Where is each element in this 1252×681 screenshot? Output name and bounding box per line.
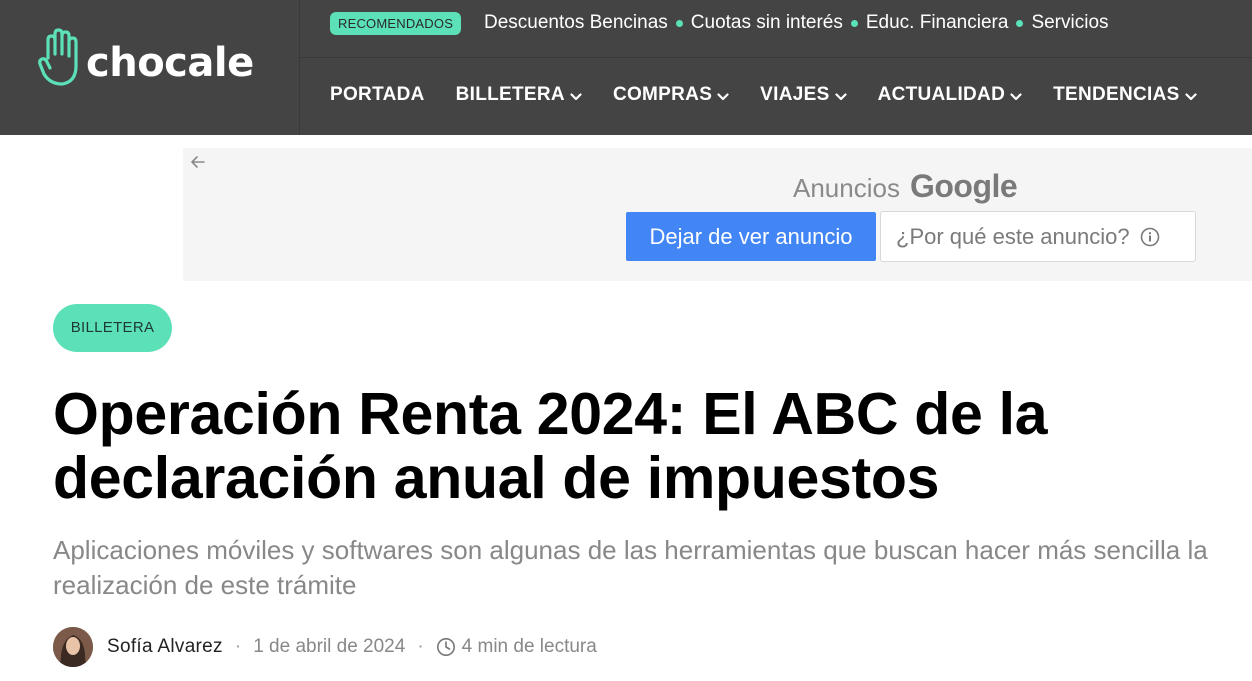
top-link-descuentos-bencinas[interactable]: Descuentos Bencinas [484, 10, 668, 36]
nav-item-label: VIAJES [760, 84, 830, 105]
chevron-down-icon [834, 92, 847, 100]
recommended-links: Descuentos Bencinas Cuotas sin interés E… [484, 10, 1109, 36]
nav-item-compras[interactable]: COMPRAS [613, 84, 729, 106]
site-logo[interactable]: chocale [38, 28, 254, 90]
article-title: Operación Renta 2024: El ABC de la decla… [53, 381, 1048, 511]
meta-separator: · [417, 636, 424, 657]
nav-item-viajes[interactable]: VIAJES [760, 84, 847, 106]
google-ad-panel: Anuncios Google Dejar de ver anuncio ¿Po… [183, 148, 1252, 281]
ad-title: Anuncios Google [793, 168, 1018, 205]
nav-item-label: TENDENCIAS [1053, 84, 1180, 105]
site-header: chocale RECOMENDADOS Descuentos Bencinas… [0, 0, 1252, 135]
category-pill[interactable]: BILLETERA [53, 304, 172, 352]
separator-dot [675, 19, 683, 27]
article-meta: Sofía Alvarez · 1 de abril de 2024 · 4 m… [53, 627, 597, 667]
hand-logo-icon [38, 28, 78, 86]
publish-date: 1 de abril de 2024 [253, 636, 406, 657]
nav-item-portada[interactable]: PORTADA [330, 84, 425, 106]
ad-title-prefix: Anuncios [793, 173, 900, 203]
google-brand: Google [909, 168, 1018, 204]
meta-separator: · [234, 636, 242, 657]
top-link-servicios[interactable]: Servicios [1031, 10, 1108, 36]
stop-ad-button[interactable]: Dejar de ver anuncio [626, 212, 876, 261]
why-ad-label: ¿Por qué este anuncio? [896, 224, 1130, 249]
avatar-image [53, 627, 93, 667]
info-icon [1140, 227, 1159, 246]
logo-text: chocale [86, 40, 254, 86]
author-name[interactable]: Sofía Alvarez [107, 636, 223, 658]
separator-dot [1016, 19, 1024, 27]
clock-icon [436, 638, 455, 656]
chevron-down-icon [1185, 92, 1197, 100]
nav-item-actualidad[interactable]: ACTUALIDAD [878, 84, 1023, 106]
article-subtitle: Aplicaciones móviles y softwares son alg… [53, 535, 1208, 600]
top-bar: RECOMENDADOS Descuentos Bencinas Cuotas … [300, 0, 1252, 58]
nav-item-billetera[interactable]: BILLETERA [456, 84, 582, 106]
back-arrow-icon[interactable] [189, 153, 207, 171]
why-ad-button[interactable]: ¿Por qué este anuncio? [880, 211, 1196, 262]
recommended-badge: RECOMENDADOS [330, 12, 462, 35]
nav-item-label: ACTUALIDAD [877, 84, 1006, 105]
top-link-cuotas-sin-interes[interactable]: Cuotas sin interés [691, 10, 843, 36]
separator-dot [850, 19, 858, 27]
chevron-down-icon [1010, 92, 1022, 100]
read-time: 4 min de lectura [461, 636, 597, 657]
nav-item-label: BILLETERA [455, 84, 565, 105]
main-nav: PORTADA BILLETERA COMPRAS VIAJES ACTUALI… [330, 84, 1197, 106]
nav-item-tendencias[interactable]: TENDENCIAS [1053, 84, 1197, 106]
chevron-down-icon [570, 92, 582, 100]
top-link-educ-financiera[interactable]: Educ. Financiera [866, 10, 1009, 36]
nav-item-label: PORTADA [330, 84, 425, 105]
chevron-down-icon [717, 92, 729, 100]
logo-area: chocale [0, 0, 300, 135]
nav-item-label: COMPRAS [612, 84, 713, 105]
author-avatar[interactable] [53, 627, 93, 667]
